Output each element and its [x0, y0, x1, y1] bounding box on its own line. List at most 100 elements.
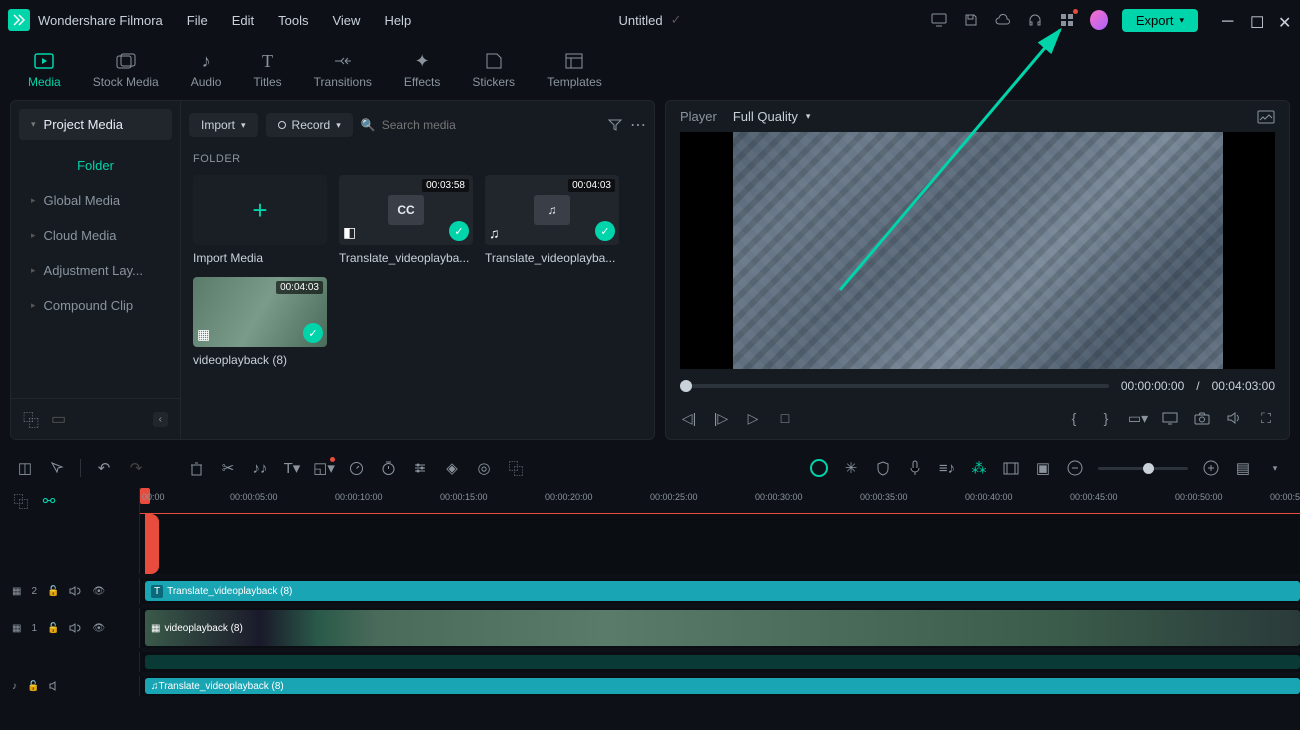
zoom-out-icon[interactable] — [1066, 459, 1084, 477]
filter-icon[interactable] — [608, 118, 622, 132]
audio-clip-2[interactable]: ♫ Translate_videoplayback (8) — [145, 678, 1300, 694]
media-thumb-video[interactable]: 00:04:03✓▦ videoplayback (8) — [193, 277, 327, 367]
video-preview[interactable] — [680, 132, 1275, 369]
undo-icon[interactable]: ↶ — [95, 459, 113, 477]
save-icon[interactable] — [962, 11, 980, 29]
add-track-icon[interactable]: ⿻ — [12, 492, 30, 510]
mute-icon[interactable] — [69, 585, 82, 597]
menu-edit[interactable]: Edit — [232, 13, 254, 28]
menu-help[interactable]: Help — [384, 13, 411, 28]
headphones-icon[interactable] — [1026, 11, 1044, 29]
mark-out-icon[interactable]: } — [1097, 409, 1115, 427]
marker-icon[interactable]: ⁂ — [970, 459, 988, 477]
mute-icon[interactable] — [69, 622, 82, 634]
cloud-icon[interactable] — [994, 11, 1012, 29]
duration-icon[interactable] — [379, 459, 397, 477]
zoom-slider[interactable] — [1098, 467, 1188, 470]
tab-titles[interactable]: TTitles — [237, 45, 297, 95]
import-button[interactable]: Import▾ — [189, 113, 258, 137]
render-icon[interactable] — [1002, 459, 1020, 477]
lock-icon[interactable]: 🔓 — [47, 586, 59, 597]
view-list-icon[interactable]: ▤ — [1234, 459, 1252, 477]
collapse-sidebar-button[interactable]: ‹ — [153, 412, 168, 427]
speed-icon[interactable] — [347, 459, 365, 477]
import-media-thumb[interactable]: + Import Media — [193, 175, 327, 265]
volume-icon[interactable] — [1225, 409, 1243, 427]
lock-icon[interactable]: 🔓 — [47, 623, 59, 634]
search-icon[interactable]: 🔍 — [361, 118, 376, 132]
select-all-icon[interactable]: ◫ — [16, 459, 34, 477]
search-input[interactable] — [382, 118, 502, 132]
bin-icon[interactable]: ▭ — [51, 409, 66, 429]
crop-icon[interactable]: ◱▾ — [315, 459, 333, 477]
audio-clip[interactable] — [145, 655, 1300, 669]
tab-effects[interactable]: ✦Effects — [388, 45, 456, 95]
display-icon[interactable] — [1161, 409, 1179, 427]
tab-stock-media[interactable]: Stock Media — [77, 45, 175, 95]
scrubber[interactable] — [680, 384, 1109, 388]
tab-transitions[interactable]: Transitions — [298, 45, 388, 95]
more-icon[interactable]: ⋯ — [630, 115, 646, 135]
split-icon[interactable]: ✂ — [219, 459, 237, 477]
lock-icon[interactable]: 🔓 — [27, 681, 39, 692]
redo-icon[interactable]: ↷ — [127, 459, 145, 477]
zoom-in-icon[interactable] — [1202, 459, 1220, 477]
monitor-icon[interactable] — [930, 11, 948, 29]
media-thumb-audio[interactable]: 00:04:03♫✓♫ Translate_videoplayba... — [485, 175, 619, 265]
tab-audio[interactable]: ♪Audio — [175, 45, 238, 95]
view-options-icon[interactable]: ▾ — [1266, 459, 1284, 477]
folder-tab[interactable]: Folder — [11, 148, 180, 183]
close-button[interactable]: ✕ — [1278, 13, 1292, 27]
keyframe-icon[interactable]: ◈ — [443, 459, 461, 477]
project-media-header[interactable]: ▾Project Media — [19, 109, 172, 140]
tab-stickers[interactable]: Stickers — [456, 45, 531, 95]
media-thumb-cc[interactable]: 00:03:58CC✓◧ Translate_videoplayba... — [339, 175, 473, 265]
color-icon[interactable]: ◎ — [475, 459, 493, 477]
playhead-marker-icon[interactable] — [145, 514, 159, 574]
visibility-icon[interactable]: 👁 — [92, 586, 105, 597]
maximize-button[interactable]: ☐ — [1250, 13, 1264, 27]
ai-circle-icon[interactable] — [810, 459, 828, 477]
apps-icon[interactable] — [1058, 11, 1076, 29]
tab-templates[interactable]: Templates — [531, 45, 618, 95]
mute-icon[interactable] — [49, 680, 62, 692]
ratio-icon[interactable]: ▭▾ — [1129, 409, 1147, 427]
quality-dropdown[interactable]: Full Quality▾ — [733, 109, 811, 124]
text-icon[interactable]: T▾ — [283, 459, 301, 477]
prev-frame-icon[interactable]: ◁| — [680, 409, 698, 427]
menu-tools[interactable]: Tools — [278, 13, 308, 28]
video-clip[interactable]: ▦videoplayback (8) — [145, 610, 1300, 646]
sidebar-compound-clip[interactable]: Compound Clip — [11, 288, 180, 323]
snapshot-icon[interactable] — [1257, 110, 1275, 124]
mic-icon[interactable] — [906, 459, 924, 477]
shield-icon[interactable] — [874, 459, 892, 477]
camera-icon[interactable] — [1193, 409, 1211, 427]
sidebar-adjustment-layer[interactable]: Adjustment Lay... — [11, 253, 180, 288]
scrubber-handle[interactable] — [680, 380, 692, 392]
audio-detach-icon[interactable]: ♪♪ — [251, 459, 269, 477]
new-folder-icon[interactable]: ⿻ — [23, 407, 39, 431]
export-button[interactable]: Export ▾ — [1122, 9, 1198, 32]
sidebar-cloud-media[interactable]: Cloud Media — [11, 218, 180, 253]
subtitle-clip[interactable]: TTranslate_videoplayback (8) — [145, 581, 1300, 601]
adjust-icon[interactable] — [411, 459, 429, 477]
next-frame-icon[interactable]: |▷ — [712, 409, 730, 427]
delete-icon[interactable] — [187, 459, 205, 477]
fullscreen-icon[interactable]: ⛶ — [1257, 409, 1275, 427]
mix-icon[interactable]: ≡♪ — [938, 459, 956, 477]
visibility-icon[interactable]: 👁 — [92, 623, 105, 634]
zoom-handle[interactable] — [1143, 463, 1154, 474]
avatar-icon[interactable] — [1090, 11, 1108, 29]
mark-in-icon[interactable]: { — [1065, 409, 1083, 427]
record-button[interactable]: Record▾ — [266, 113, 353, 137]
play-icon[interactable]: ▷ — [744, 409, 762, 427]
menu-file[interactable]: File — [187, 13, 208, 28]
tab-media[interactable]: Media — [12, 45, 77, 95]
pointer-icon[interactable] — [48, 459, 66, 477]
minimize-button[interactable]: ─ — [1222, 13, 1236, 27]
sidebar-global-media[interactable]: Global Media — [11, 183, 180, 218]
sparkle-icon[interactable]: ✳ — [842, 459, 860, 477]
stop-icon[interactable]: □ — [776, 409, 794, 427]
copy-icon[interactable]: ⿻ — [507, 459, 525, 477]
safe-zone-icon[interactable]: ▣ — [1034, 459, 1052, 477]
